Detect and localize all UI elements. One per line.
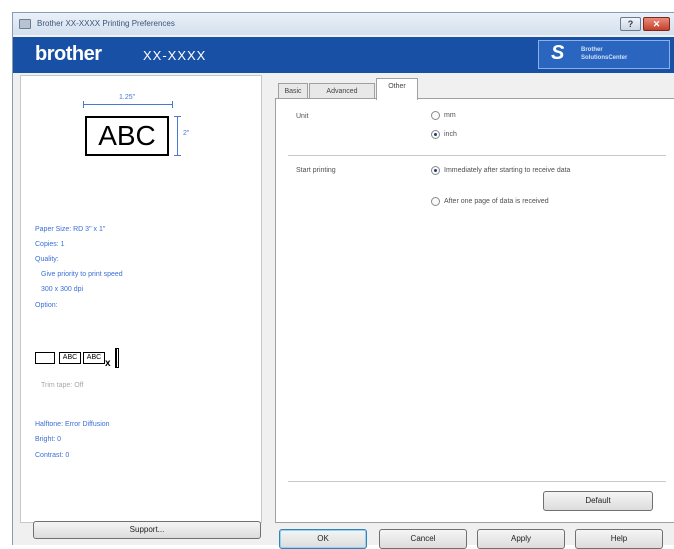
unit-label: Unit — [296, 113, 309, 120]
unit-inch-radio[interactable] — [431, 130, 440, 139]
solutions-center-icon: S — [551, 42, 565, 64]
close-button[interactable]: ✕ — [643, 17, 670, 31]
support-button[interactable]: Support... — [33, 521, 261, 539]
unit-mm-radio[interactable] — [431, 111, 440, 120]
apply-button[interactable]: Apply — [477, 529, 565, 549]
cancel-button[interactable]: Cancel — [379, 529, 467, 549]
preview-panel: 1.25" ABC 2" Paper Size: RD 3" x 1" Copi… — [20, 75, 262, 523]
option-info: Option: — [35, 302, 58, 309]
ok-button[interactable]: OK — [279, 529, 367, 549]
option-icons: ABC ABC x — [35, 346, 155, 370]
start-printing-label: Start printing — [296, 167, 336, 174]
paper-size-info: Paper Size: RD 3" x 1" — [35, 226, 106, 233]
width-dimension-line — [83, 101, 173, 108]
other-tab-panel: Unit mm inch Start printing Immediately … — [275, 98, 674, 523]
printing-preferences-window: Brother XX-XXXX Printing Preferences ? ✕… — [12, 12, 674, 549]
abc-label-icon-2: ABC — [83, 352, 105, 364]
tab-advanced[interactable]: Advanced — [309, 83, 375, 99]
blank-label-icon — [35, 352, 55, 364]
copies-info: Copies: 1 — [35, 241, 65, 248]
brand-banner: brother XX-XXXX S Brother SolutionsCente… — [13, 37, 674, 73]
quality-value: Give priority to print speed — [41, 271, 123, 278]
title-bar[interactable]: Brother XX-XXXX Printing Preferences ? ✕ — [13, 13, 674, 35]
model-name: XX-XXXX — [143, 48, 207, 63]
trim-tape-info: Trim tape: Off — [41, 382, 84, 389]
contrast-info: Contrast: 0 — [35, 452, 70, 459]
height-dimension-line — [174, 116, 181, 156]
bottom-divider — [288, 481, 666, 482]
title-help-button[interactable]: ? — [620, 17, 641, 31]
cut-mark-icon: x — [105, 358, 111, 369]
tab-basic[interactable]: Basic — [278, 83, 308, 99]
height-dimension-label: 2" — [183, 130, 190, 137]
tab-other[interactable]: Other — [376, 78, 418, 100]
quality-info: Quality: — [35, 256, 59, 263]
width-dimension-label: 1.25" — [119, 94, 136, 101]
unit-mm-label[interactable]: mm — [444, 112, 456, 119]
start-after-page-label[interactable]: After one page of data is received — [444, 198, 549, 205]
halftone-info: Halftone: Error Diffusion — [35, 421, 110, 428]
section-divider — [288, 155, 666, 156]
solutions-center-button[interactable]: S Brother SolutionsCenter — [538, 40, 670, 69]
label-preview: ABC — [85, 116, 169, 156]
solutions-center-label: Brother SolutionsCenter — [581, 46, 627, 62]
start-after-page-radio[interactable] — [431, 197, 440, 206]
solutions-center-label-line1: Brother — [581, 47, 603, 53]
default-button[interactable]: Default — [543, 491, 653, 511]
window-title: Brother XX-XXXX Printing Preferences — [37, 19, 175, 28]
start-immediately-radio[interactable] — [431, 166, 440, 175]
help-button[interactable]: Help — [575, 529, 663, 549]
abc-label-icon: ABC — [59, 352, 81, 364]
unit-inch-label[interactable]: inch — [444, 131, 457, 138]
brother-logo: brother — [35, 43, 102, 65]
printer-icon — [19, 19, 31, 29]
solutions-center-label-line2: SolutionsCenter — [581, 55, 628, 61]
start-immediately-label[interactable]: Immediately after starting to receive da… — [444, 167, 570, 174]
resolution-info: 300 x 300 dpi — [41, 286, 84, 293]
bright-info: Bright: 0 — [35, 436, 62, 443]
cutter-icon — [115, 348, 119, 368]
